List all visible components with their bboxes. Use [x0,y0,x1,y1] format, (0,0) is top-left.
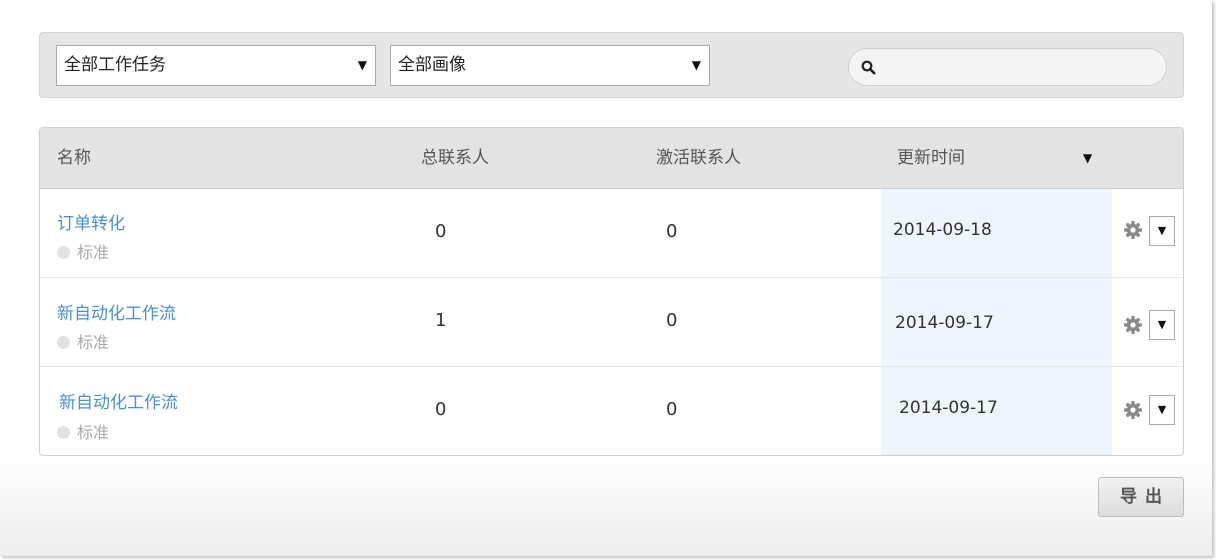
active-contacts-value: 0 [666,399,678,420]
table-row: 新自动化工作流 标准 1 0 2014-09-17 ▼ [40,278,1183,367]
workflow-type: 标准 [57,419,109,443]
caret-down-icon: ▼ [1157,224,1167,237]
workflow-table: 名称 总联系人 激活联系人 更新时间 ▼ 订单转化 标准 0 0 2014-09… [39,127,1184,456]
total-contacts-value: 0 [435,221,447,242]
workflow-name-link[interactable]: 新自动化工作流 [59,388,178,413]
row-actions-dropdown[interactable]: ▼ [1149,395,1175,425]
search-box [848,48,1167,86]
header-name: 名称 [57,148,91,168]
header-active-contacts[interactable]: 激活联系人 [656,128,741,189]
dropdown-arrow-icon: ▼ [357,58,367,72]
filter-bar: 全部工作任务 ▼ 全部画像 ▼ [39,32,1184,98]
total-contacts-value: 1 [435,310,447,331]
dropdown-arrow-icon: ▼ [691,58,701,72]
persona-filter-select[interactable]: 全部画像 ▼ [390,45,710,86]
status-dot-icon [57,246,70,259]
search-icon [861,60,876,75]
updated-date: 2014-09-17 [899,398,998,418]
task-filter-select[interactable]: 全部工作任务 ▼ [56,45,376,86]
workflow-type-label: 标准 [77,333,110,352]
gear-icon[interactable] [1123,400,1143,420]
table-header: 名称 总联系人 激活联系人 更新时间 ▼ [40,128,1183,189]
workflow-name-link[interactable]: 新自动化工作流 [57,299,176,324]
workflow-name-link[interactable]: 订单转化 [57,209,125,234]
updated-date: 2014-09-17 [895,313,994,333]
status-dot-icon [57,426,70,439]
gear-icon[interactable] [1123,220,1143,240]
persona-filter-value: 全部画像 [398,55,466,75]
gear-icon[interactable] [1123,315,1143,335]
status-dot-icon [57,336,70,349]
workflow-type: 标准 [57,239,109,263]
workflow-type-label: 标准 [77,243,110,262]
active-contacts-value: 0 [666,310,678,331]
active-contacts-value: 0 [666,221,678,242]
header-updated[interactable]: 更新时间 [897,128,965,189]
header-total-contacts: 总联系人 [421,148,489,168]
workflow-page: 全部工作任务 ▼ 全部画像 ▼ 名称 总联系人 激活联系人 更新时间 ▼ 订单转… [0,0,1212,556]
total-contacts-value: 0 [435,399,447,420]
search-input[interactable] [883,53,1157,83]
row-actions-dropdown[interactable]: ▼ [1149,216,1175,246]
export-button[interactable]: 导出 [1098,477,1184,517]
caret-down-icon: ▼ [1157,403,1167,416]
sort-desc-icon[interactable]: ▼ [1083,128,1092,189]
table-row: 新自动化工作流 标准 0 0 2014-09-17 ▼ [40,367,1183,455]
table-row: 订单转化 标准 0 0 2014-09-18 ▼ [40,189,1183,278]
caret-down-icon: ▼ [1157,318,1167,331]
workflow-type-label: 标准 [77,423,110,442]
workflow-type: 标准 [57,329,109,353]
updated-date: 2014-09-18 [893,220,992,240]
row-actions-dropdown[interactable]: ▼ [1149,310,1175,340]
task-filter-value: 全部工作任务 [64,55,166,75]
